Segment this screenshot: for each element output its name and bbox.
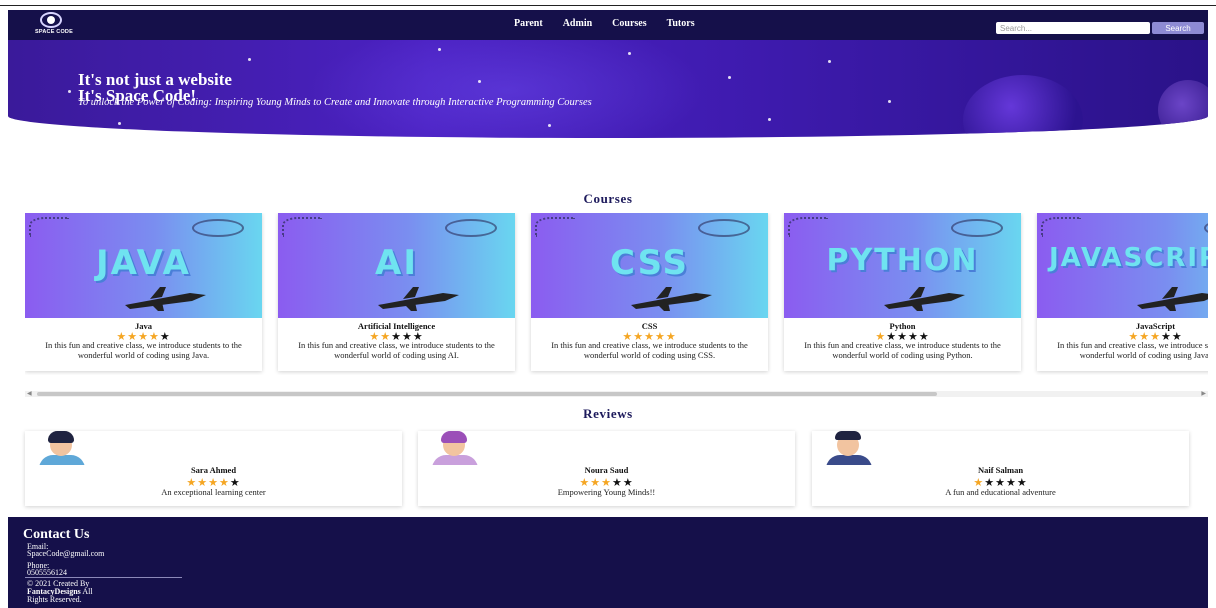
doodle-icon [29,217,69,237]
course-image-word: AI [375,243,418,283]
nav-link-tutors[interactable]: Tutors [667,18,695,29]
hero-star [768,118,771,121]
reviewer-name: Naif Salman [977,465,1024,475]
course-card-css[interactable]: CSS CSS ★★★★★ In this fun and creative c… [531,213,768,371]
planet-ring-icon [951,219,1003,237]
avatar-body [826,455,872,465]
hero-star [548,124,551,127]
planet-ring-icon [192,219,244,237]
rocket-icon [1137,287,1208,311]
course-description: In this fun and creative class, we intro… [298,340,495,360]
review-card: Naif Salman ★★★★★ A fun and educational … [812,431,1189,506]
nav-links: Parent Admin Courses Tutors [514,18,695,29]
logo-text: SPACE CODE [35,29,73,35]
avatar-body [39,455,85,465]
review-text: Empowering Young Minds!! [557,487,656,497]
hero-star [478,80,481,83]
course-card-java[interactable]: JAVA Java ★★★★★ In this fun and creative… [25,213,262,371]
course-card-javascript[interactable]: JAVASCRIPT JavaScript ★★★★★ In this fun … [1037,213,1208,371]
courses-heading: Courses [583,191,633,206]
hero-star [628,52,631,55]
hero-star [728,76,731,79]
scroll-right-arrow-icon[interactable]: ▶ [1201,390,1206,397]
rocket-icon [125,287,206,311]
search-button[interactable]: Search [1152,22,1204,34]
hero-subtitle: To unlock the Power of Coding: Inspiring… [78,97,592,108]
phone-value: 0505556124 [27,568,67,577]
course-description: In this fun and creative class, we intro… [45,340,242,360]
review-card: Sara Ahmed ★★★★★ An exceptional learning… [25,431,402,506]
course-image-word: CSS [609,243,690,283]
avatar-male-icon [818,431,880,465]
avatar-female-icon [424,431,486,465]
hero-glow [308,40,708,138]
doodle-icon [535,217,575,237]
hero-planet-small [1158,80,1208,138]
courses-carousel[interactable]: JAVA Java ★★★★★ In this fun and creative… [25,213,1208,375]
avatar-hair [441,431,467,443]
hero-banner: It's not just a website It's Space Code!… [8,40,1208,138]
planet-ring-icon [445,219,497,237]
scrollbar-thumb[interactable] [37,392,937,396]
hero-planet [963,75,1083,138]
space-code-logo[interactable]: SPACE CODE [26,12,82,38]
course-description: In this fun and creative class, we intro… [804,340,1001,360]
footer: Contact Us Email: SpaceCode@gmail.com Ph… [8,517,1208,608]
course-image-word: JAVA [96,243,191,283]
top-rule [0,5,1216,6]
doodle-icon [1041,217,1081,237]
copyright-suffix: All [80,587,93,596]
course-image: JAVASCRIPT [1037,213,1208,318]
courses-horizontal-scrollbar[interactable]: ◀ ▶ [25,390,1208,397]
course-image-word: PYTHON [826,243,979,278]
course-image: AI [278,213,515,318]
review-text: A fun and educational adventure [945,487,1056,497]
rocket-icon [378,287,459,311]
hero-star [68,90,71,93]
course-description: In this fun and creative class, we intro… [551,340,748,360]
rocket-icon [884,287,965,311]
nav-link-admin[interactable]: Admin [563,18,592,29]
planet-logo-icon [40,12,62,28]
review-card: Noura Saud ★★★★★ Empowering Young Minds!… [418,431,795,506]
course-card-python[interactable]: PYTHON Python ★★★★★ In this fun and crea… [784,213,1021,371]
course-description: In this fun and creative class, we intro… [1057,340,1208,360]
course-image: PYTHON [784,213,1021,318]
reviewer-name: Sara Ahmed [190,465,237,475]
avatar-hair [48,431,74,443]
navbar: SPACE CODE Parent Admin Courses Tutors S… [8,10,1208,40]
avatar-hair [835,431,861,440]
nav-link-parent[interactable]: Parent [514,18,543,29]
avatar-body [432,455,478,465]
nav-link-courses[interactable]: Courses [612,18,646,29]
hero-star [248,58,251,61]
reviews-heading: Reviews [583,406,633,421]
scroll-left-arrow-icon[interactable]: ◀ [27,390,32,397]
hero-star [828,60,831,63]
hero-star [118,122,121,125]
doodle-icon [282,217,322,237]
avatar-female-icon [31,431,93,465]
reviewer-name: Noura Saud [584,465,629,475]
copyright-line3: Rights Reserved. [27,595,82,604]
hero-star [438,48,441,51]
search-input[interactable] [996,22,1150,34]
planet-ring-icon [698,219,750,237]
rocket-icon [631,287,712,311]
planet-ring-icon [1204,219,1208,237]
review-text: An exceptional learning center [161,487,266,497]
footer-divider [25,577,182,578]
doodle-icon [788,217,828,237]
hero-star [888,100,891,103]
footer-title: Contact Us [23,527,90,542]
course-image: JAVA [25,213,262,318]
course-image: CSS [531,213,768,318]
course-image-word: JAVASCRIPT [1049,243,1208,273]
email-value[interactable]: SpaceCode@gmail.com [27,549,104,558]
course-card-ai[interactable]: AI Artificial Intelligence ★★★★★ In this… [278,213,515,371]
